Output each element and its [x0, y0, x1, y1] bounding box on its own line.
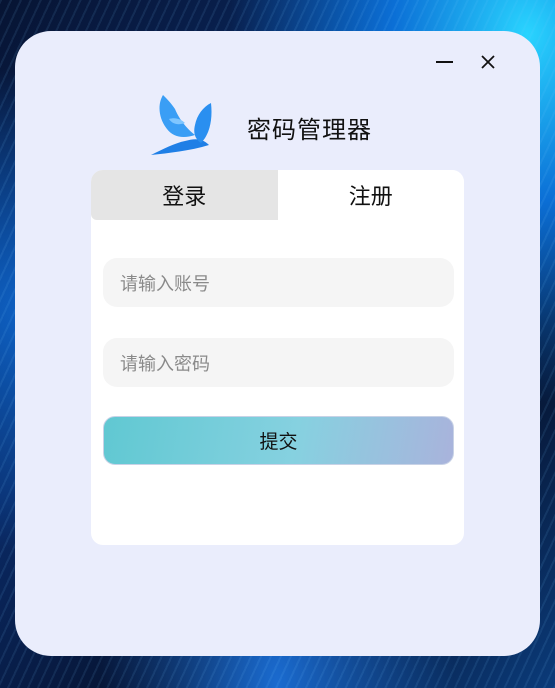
bird-logo-icon	[151, 95, 212, 155]
tab-login[interactable]: 登录	[91, 170, 278, 220]
password-input[interactable]: 请输入密码	[103, 338, 454, 387]
auth-tabs: 登录 注册	[91, 170, 464, 220]
minimize-button[interactable]	[431, 49, 457, 75]
app-title: 密码管理器	[247, 116, 372, 144]
submit-button[interactable]: 提交	[103, 416, 454, 465]
tab-register[interactable]: 注册	[277, 170, 464, 220]
close-icon	[481, 55, 495, 69]
account-input[interactable]: 请输入账号	[103, 258, 454, 307]
app-window: 密码管理器 登录 注册 请输入账号 请输入密码 提交	[15, 31, 540, 656]
close-button[interactable]	[475, 49, 501, 75]
minimize-icon	[435, 61, 453, 63]
auth-card: 登录 注册 请输入账号 请输入密码 提交	[91, 170, 464, 545]
